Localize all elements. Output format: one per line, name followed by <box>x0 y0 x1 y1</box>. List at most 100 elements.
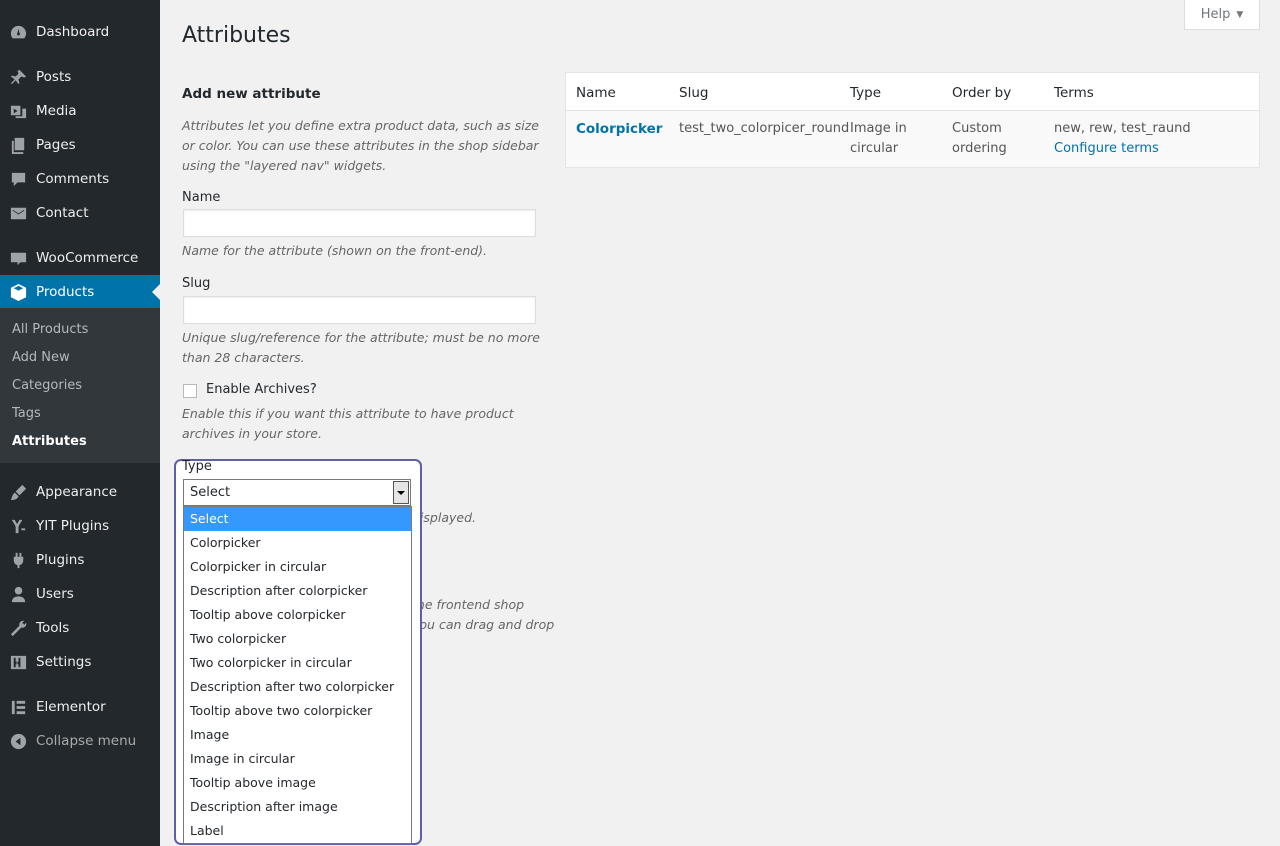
type-option[interactable]: Tooltip above image <box>184 771 411 795</box>
menu-elementor[interactable]: Elementor <box>0 690 160 724</box>
col-header-name: Name <box>576 85 616 101</box>
submenu-add-new[interactable]: Add New <box>12 350 70 365</box>
order-description-fragment-1: the frontend shop <box>412 597 525 612</box>
slug-input[interactable] <box>183 296 536 324</box>
form-heading: Add new attribute <box>182 86 321 102</box>
attributes-table: Name Slug Type Order by Terms Colorpicke… <box>565 72 1260 168</box>
menu-tools[interactable]: Tools <box>0 611 160 645</box>
submenu-categories[interactable]: Categories <box>12 378 82 393</box>
menu-label: Comments <box>36 171 110 187</box>
current-indicator <box>152 284 160 300</box>
menu-label: Posts <box>36 69 72 85</box>
attribute-slug: test_two_colorpicer_round <box>679 121 850 136</box>
menu-dashboard[interactable]: Dashboard <box>0 15 160 49</box>
menu-label: Settings <box>36 654 92 670</box>
menu-comments[interactable]: Comments <box>0 162 160 196</box>
submenu-attributes[interactable]: Attributes <box>12 434 87 449</box>
media-icon <box>0 102 36 121</box>
menu-label: Products <box>36 284 95 300</box>
configure-terms-link[interactable]: Configure terms <box>1054 139 1159 159</box>
collapse-icon <box>0 732 36 751</box>
menu-settings[interactable]: Settings <box>0 645 160 679</box>
product-box-icon <box>0 283 36 302</box>
menu-contact[interactable]: Contact <box>0 196 160 230</box>
yit-icon <box>0 517 36 536</box>
archives-description: Enable this if you want this attribute t… <box>182 406 514 441</box>
menu-label: YIT Plugins <box>36 518 110 534</box>
col-header-order-by: Order by <box>952 85 1012 101</box>
type-select[interactable]: Select <box>183 479 411 506</box>
type-option[interactable]: Description after two colorpicker <box>184 675 411 699</box>
menu-label: WooCommerce <box>36 250 139 266</box>
type-option[interactable]: Label <box>184 819 411 843</box>
menu-plugins[interactable]: Plugins <box>0 543 160 577</box>
menu-users[interactable]: Users <box>0 577 160 611</box>
type-option[interactable]: Tooltip above colorpicker <box>184 603 411 627</box>
type-option[interactable]: Tooltip above two colorpicker <box>184 699 411 723</box>
brush-icon <box>0 483 36 502</box>
menu-posts[interactable]: Posts <box>0 60 160 94</box>
form-intro: Attributes let you define extra product … <box>182 118 539 173</box>
submenu-tags[interactable]: Tags <box>12 406 41 421</box>
enable-archives-label: Enable Archives? <box>206 382 317 397</box>
type-option[interactable]: Two colorpicker <box>184 627 411 651</box>
wrench-icon <box>0 619 36 638</box>
attribute-name-link[interactable]: Colorpicker <box>576 119 662 139</box>
dashboard-icon <box>0 23 36 42</box>
admin-sidebar: Dashboard Posts Media Pages Comments Con… <box>0 0 160 846</box>
menu-label: Users <box>36 586 74 602</box>
products-submenu: All Products Add New Categories Tags Att… <box>0 308 160 463</box>
col-header-slug: Slug <box>679 85 709 101</box>
type-option[interactable]: Colorpicker in circular <box>184 555 411 579</box>
attribute-terms: new, rew, test_raund <box>1054 121 1191 136</box>
pages-icon <box>0 136 36 155</box>
slug-description: Unique slug/reference for the attribute;… <box>182 330 540 365</box>
enable-archives-checkbox[interactable] <box>183 384 197 398</box>
woocommerce-icon <box>0 249 36 268</box>
pin-icon <box>0 68 36 87</box>
type-option[interactable]: Description after colorpicker <box>184 579 411 603</box>
user-icon <box>0 585 36 604</box>
comment-icon <box>0 170 36 189</box>
type-option[interactable]: Description after image <box>184 795 411 819</box>
attribute-type-line2: circular <box>850 141 899 156</box>
menu-label: Elementor <box>36 699 106 715</box>
attribute-order-line2: ordering <box>952 141 1007 156</box>
attribute-order-line1: Custom <box>952 121 1002 136</box>
type-option[interactable]: Colorpicker <box>184 531 411 555</box>
col-header-terms: Terms <box>1054 85 1094 101</box>
attribute-type-line1: Image in <box>850 121 907 136</box>
type-option[interactable]: Select <box>184 507 411 531</box>
menu-woocommerce[interactable]: WooCommerce <box>0 241 160 275</box>
menu-yit-plugins[interactable]: YIT Plugins <box>0 509 160 543</box>
menu-label: Pages <box>36 137 76 153</box>
type-label: Type <box>182 459 212 474</box>
menu-label: Collapse menu <box>36 733 137 749</box>
menu-appearance[interactable]: Appearance <box>0 475 160 509</box>
menu-label: Dashboard <box>36 24 110 40</box>
menu-label: Media <box>36 103 77 119</box>
collapse-menu-button[interactable]: Collapse menu <box>0 724 160 758</box>
plugin-icon <box>0 551 36 570</box>
menu-media[interactable]: Media <box>0 94 160 128</box>
menu-products[interactable]: Products <box>0 275 160 309</box>
type-option[interactable]: Two colorpicker in circular <box>184 651 411 675</box>
slug-label: Slug <box>182 276 211 291</box>
dropdown-arrow-icon[interactable] <box>393 481 409 504</box>
elementor-icon <box>0 698 36 717</box>
type-option[interactable]: Image in circular <box>184 747 411 771</box>
type-option[interactable]: Image <box>184 723 411 747</box>
submenu-all-products[interactable]: All Products <box>12 322 88 337</box>
menu-pages[interactable]: Pages <box>0 128 160 162</box>
mail-icon <box>0 204 36 223</box>
type-dropdown-list: Select Colorpicker Colorpicker in circul… <box>183 506 412 844</box>
name-description: Name for the attribute (shown on the fro… <box>182 243 488 258</box>
help-label: Help <box>1200 7 1231 22</box>
menu-label: Tools <box>36 620 70 636</box>
page-title: Attributes <box>182 23 291 48</box>
order-description-fragment-2: you can drag and drop <box>412 617 555 632</box>
caret-down-icon: ▼ <box>1236 9 1244 20</box>
col-header-type: Type <box>850 85 882 101</box>
help-button[interactable]: Help ▼ <box>1184 0 1260 30</box>
name-input[interactable] <box>183 209 536 237</box>
